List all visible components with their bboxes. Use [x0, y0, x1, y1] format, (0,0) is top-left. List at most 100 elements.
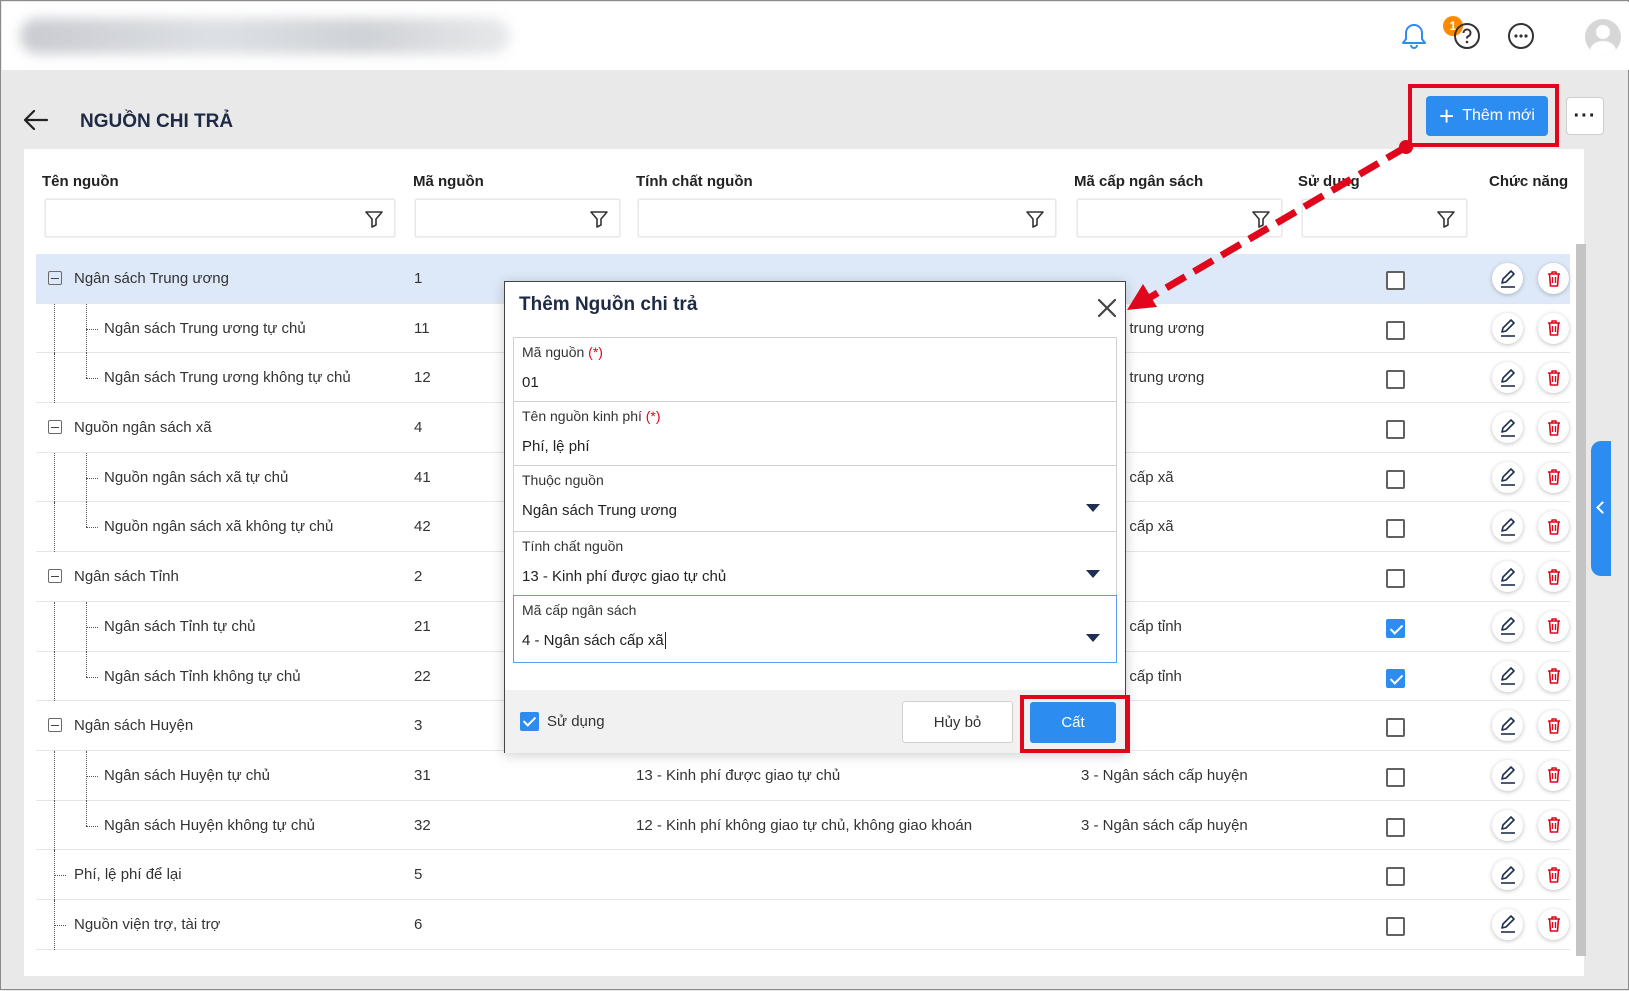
- used-checkbox[interactable]: [1386, 916, 1405, 936]
- edit-button[interactable]: [1492, 561, 1523, 593]
- edit-button[interactable]: [1492, 511, 1523, 543]
- delete-button[interactable]: [1538, 610, 1569, 642]
- source-nature-select[interactable]: Tính chất nguồn 13 - Kinh phí được giao …: [514, 532, 1116, 596]
- delete-button[interactable]: [1538, 660, 1569, 692]
- source-code: 4: [414, 419, 423, 437]
- used-checkbox[interactable]: [1386, 817, 1405, 837]
- avatar[interactable]: [1585, 19, 1621, 55]
- used-checkbox[interactable]: [1386, 370, 1405, 390]
- used-checkbox[interactable]: [1386, 469, 1405, 489]
- collapse-icon[interactable]: [48, 271, 62, 285]
- used-checkbox[interactable]: [1386, 867, 1405, 887]
- filter-level-input[interactable]: [1077, 199, 1282, 237]
- source-name-field[interactable]: Tên nguồn kinh phí (*) Phí, lệ phí: [514, 402, 1116, 466]
- source-name-value[interactable]: Phí, lệ phí: [522, 438, 590, 455]
- collapse-icon[interactable]: [48, 718, 62, 733]
- more-button[interactable]: ···: [1566, 97, 1604, 135]
- used-checkbox[interactable]: [1386, 618, 1405, 638]
- app-frame: 1 NGUỒN CHI TRẢ + Thêm mới ··· Tên nguồn…: [0, 0, 1629, 990]
- filter-icon[interactable]: [589, 209, 609, 229]
- edit-button[interactable]: [1492, 759, 1523, 791]
- cancel-button[interactable]: Hủy bỏ: [902, 701, 1013, 743]
- col-header-nature[interactable]: Tính chất nguồn: [636, 173, 753, 190]
- edit-button[interactable]: [1492, 660, 1523, 692]
- delete-button[interactable]: [1538, 859, 1569, 891]
- source-code: 12: [414, 369, 431, 387]
- source-name: Nguồn ngân sách xã: [74, 419, 212, 437]
- edit-button[interactable]: [1492, 610, 1523, 642]
- delete-button[interactable]: [1538, 312, 1569, 344]
- filter-name-input[interactable]: [45, 199, 395, 237]
- col-header-used[interactable]: Sử dụng: [1298, 173, 1360, 190]
- edit-button[interactable]: [1492, 312, 1523, 344]
- collapse-icon[interactable]: [48, 420, 62, 435]
- use-checkbox[interactable]: [520, 712, 539, 731]
- edit-button[interactable]: [1492, 412, 1523, 444]
- delete-button[interactable]: [1538, 908, 1569, 940]
- pencil-icon: [1500, 865, 1515, 884]
- chevron-down-icon[interactable]: [1086, 504, 1100, 512]
- collapse-icon[interactable]: [48, 569, 62, 584]
- delete-button[interactable]: [1538, 362, 1569, 394]
- back-arrow-icon[interactable]: [21, 105, 51, 135]
- field-label: Tính chất nguồn: [522, 538, 624, 554]
- filter-nature-input[interactable]: [638, 199, 1056, 237]
- help-icon[interactable]: [1451, 20, 1483, 52]
- trash-icon: [1547, 519, 1560, 535]
- used-checkbox[interactable]: [1386, 519, 1405, 539]
- vertical-scrollbar[interactable]: [1576, 244, 1586, 956]
- used-checkbox[interactable]: [1386, 718, 1405, 738]
- edit-button[interactable]: [1492, 859, 1523, 891]
- top-bar: 1: [2, 2, 1629, 70]
- filter-icon[interactable]: [1025, 209, 1045, 229]
- filter-icon[interactable]: [1436, 209, 1456, 229]
- delete-button[interactable]: [1538, 511, 1569, 543]
- chevron-down-icon[interactable]: [1086, 570, 1100, 578]
- source-code-field[interactable]: Mã nguồn (*) 01: [514, 338, 1116, 402]
- table-row[interactable]: Phí, lệ phí để lại 5: [36, 850, 1570, 900]
- delete-button[interactable]: [1538, 809, 1569, 841]
- used-checkbox[interactable]: [1386, 668, 1405, 688]
- filter-icon[interactable]: [1251, 209, 1271, 229]
- budget-level-select[interactable]: Mã cấp ngân sách 4 - Ngân sách cấp xã: [513, 595, 1117, 663]
- source-code-value[interactable]: 01: [522, 374, 539, 391]
- parent-source-value[interactable]: Ngân sách Trung ương: [522, 502, 677, 519]
- filter-code-input[interactable]: [415, 199, 620, 237]
- edit-button[interactable]: [1492, 362, 1523, 394]
- table-row[interactable]: Nguồn viện trợ, tài trợ 6: [36, 899, 1570, 950]
- used-checkbox[interactable]: [1386, 420, 1405, 440]
- parent-source-select[interactable]: Thuộc nguồn Ngân sách Trung ương: [514, 466, 1116, 532]
- col-header-level[interactable]: Mã cấp ngân sách: [1074, 173, 1203, 190]
- edit-button[interactable]: [1492, 809, 1523, 841]
- used-checkbox[interactable]: [1386, 569, 1405, 589]
- used-checkbox[interactable]: [1386, 320, 1405, 340]
- delete-button[interactable]: [1538, 759, 1569, 791]
- used-checkbox[interactable]: [1386, 271, 1405, 290]
- close-icon[interactable]: [1095, 296, 1119, 320]
- bell-icon[interactable]: [1398, 20, 1430, 52]
- used-checkbox[interactable]: [1386, 767, 1405, 787]
- table-row[interactable]: Ngân sách Huyện tự chủ 31 13 - Kinh phí đư…: [36, 750, 1570, 801]
- trash-icon: [1547, 767, 1560, 784]
- edit-button[interactable]: [1492, 710, 1523, 742]
- side-panel-toggle[interactable]: [1591, 441, 1611, 576]
- delete-button[interactable]: [1538, 561, 1569, 593]
- table-row[interactable]: Ngân sách Huyện không tự chủ 32 12 - Kinh …: [36, 800, 1570, 851]
- more-options-icon[interactable]: [1505, 20, 1537, 52]
- edit-button[interactable]: [1492, 461, 1523, 493]
- source-code: 42: [414, 518, 431, 536]
- filter-used-input[interactable]: [1302, 199, 1467, 237]
- source-nature-value[interactable]: 13 - Kinh phí được giao tự chủ: [522, 568, 726, 585]
- filter-icon[interactable]: [364, 209, 384, 229]
- col-header-name[interactable]: Tên nguồn: [42, 173, 119, 190]
- edit-button[interactable]: [1492, 908, 1523, 940]
- chevron-down-icon[interactable]: [1086, 634, 1100, 642]
- col-header-code[interactable]: Mã nguồn: [413, 173, 484, 190]
- budget-level-value[interactable]: 4 - Ngân sách cấp xã: [522, 632, 666, 649]
- edit-button[interactable]: [1492, 263, 1523, 294]
- delete-button[interactable]: [1538, 461, 1569, 493]
- delete-button[interactable]: [1538, 412, 1569, 444]
- delete-button[interactable]: [1538, 710, 1569, 742]
- trash-icon: [1547, 469, 1560, 486]
- delete-button[interactable]: [1538, 263, 1569, 294]
